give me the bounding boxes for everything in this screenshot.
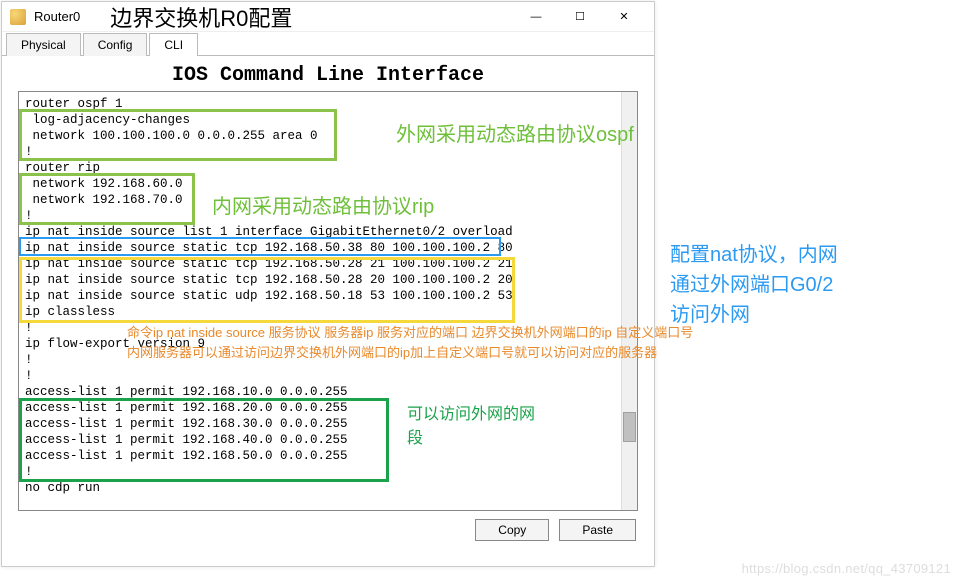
cli-heading: IOS Command Line Interface (2, 56, 654, 91)
maximize-button[interactable]: ☐ (558, 3, 602, 31)
anno-label-nat1: 配置nat协议，内网 (670, 238, 838, 267)
cli-text[interactable]: router ospf 1 log-adjacency-changes netw… (19, 92, 637, 500)
app-window: Router0 边界交换机R0配置 — ☐ ✕ Physical Config … (1, 1, 655, 567)
close-button[interactable]: ✕ (602, 3, 646, 31)
cli-button-row: Copy Paste (2, 511, 654, 549)
tab-physical[interactable]: Physical (6, 33, 81, 56)
cli-output-panel: router ospf 1 log-adjacency-changes netw… (18, 91, 638, 511)
copy-button[interactable]: Copy (475, 519, 549, 541)
tab-bar: Physical Config CLI (2, 32, 654, 56)
tab-cli[interactable]: CLI (149, 33, 198, 56)
watermark: https://blog.csdn.net/qq_43709121 (742, 561, 951, 576)
titlebar: Router0 边界交换机R0配置 — ☐ ✕ (2, 2, 654, 32)
anno-label-nat3: 访问外网 (670, 298, 750, 327)
window-title: Router0 (34, 9, 80, 24)
minimize-button[interactable]: — (514, 3, 558, 31)
window-controls: — ☐ ✕ (514, 3, 646, 31)
tab-config[interactable]: Config (83, 33, 148, 56)
paste-button[interactable]: Paste (559, 519, 636, 541)
external-heading: 边界交换机R0配置 (110, 1, 292, 33)
anno-label-nat2: 通过外网端口G0/2 (670, 268, 833, 297)
router-icon (10, 9, 26, 25)
